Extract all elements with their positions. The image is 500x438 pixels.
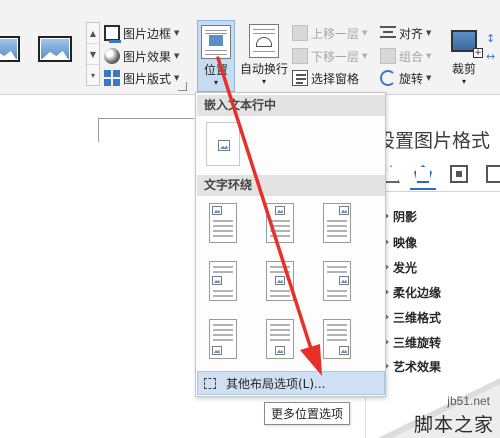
chevron-down-icon: ▼ (362, 52, 368, 60)
wrap-text-icon (249, 24, 279, 58)
picture-layout-label: 图片版式 (123, 71, 172, 86)
rotate-label: 旋转 (399, 71, 424, 86)
size-controls: ↕ ↔ (486, 30, 498, 82)
wrap-text-button[interactable]: 自动换行 ▾ (238, 20, 290, 86)
dialog-launcher-icon[interactable] (178, 82, 187, 91)
divider (382, 191, 500, 192)
height-icon[interactable]: ↕ (486, 30, 498, 48)
ribbon: ▲ ▼ ▾ 图片边框 ▼ 图片效果 ▼ 图片版式 ▼ 位置 ▾ 自动换行 ▾ 上… (0, 0, 500, 95)
page-margin-marker (98, 118, 99, 142)
bring-forward-icon (292, 25, 308, 41)
position-option-bottom-left[interactable] (206, 317, 240, 361)
position-button[interactable]: 位置 ▾ (197, 20, 235, 92)
glow-section[interactable]: 发光 (383, 259, 417, 276)
bring-forward-button[interactable]: 上移一层 ▼ (292, 23, 367, 43)
chevron-down-icon: ▼ (174, 29, 180, 37)
position-option-top-left[interactable] (206, 201, 240, 245)
artistic-effects-section[interactable]: 艺术效果 (383, 358, 441, 375)
chevron-down-icon: ▾ (213, 78, 218, 87)
watermark: jb51.net 脚本之家 (378, 378, 500, 438)
pane-title: 设置图片格式 (376, 130, 491, 152)
soft-edges-section[interactable]: 柔化边缘 (383, 284, 441, 301)
picture-border-label: 图片边框 (123, 26, 172, 41)
active-tab-indicator (410, 188, 436, 190)
layout-options-icon (204, 377, 216, 389)
chevron-down-icon: ▼ (426, 29, 432, 37)
position-option-top-right[interactable] (320, 201, 354, 245)
position-dropdown: 嵌入文本行中 文字环绕 其他布局选项(L)... (195, 92, 386, 397)
crop-button[interactable]: + 裁剪 ▾ (444, 20, 484, 86)
3d-rotation-section[interactable]: 三维旋转 (383, 334, 441, 351)
send-backward-label: 下移一层 (311, 49, 360, 64)
effects-tab-icon[interactable] (414, 165, 432, 183)
picture-layout-icon (104, 70, 120, 86)
position-option-top-center[interactable] (263, 201, 297, 245)
width-icon[interactable]: ↔ (486, 48, 498, 66)
chevron-down-icon: ▼ (426, 74, 432, 82)
3d-format-section[interactable]: 三维格式 (383, 309, 441, 326)
more-layout-options-label: 其他布局选项(L)... (226, 376, 326, 391)
chevron-down-icon: ▾ (461, 77, 466, 86)
picture-effect-icon (104, 48, 120, 64)
position-option-middle-center[interactable] (263, 259, 297, 303)
tooltip: 更多位置选项 (264, 402, 351, 425)
rotate-icon (380, 70, 396, 86)
pane-tabs (382, 162, 500, 190)
picture-style-thumbnail[interactable] (38, 36, 72, 62)
position-option-middle-left[interactable] (206, 259, 240, 303)
reflection-section[interactable]: 映像 (383, 234, 417, 251)
size-properties-tab-icon[interactable] (450, 165, 468, 183)
selection-pane-label: 选择窗格 (311, 71, 360, 86)
gallery-more-icon[interactable]: ▾ (87, 65, 99, 86)
page-margin-marker (98, 118, 194, 119)
chevron-down-icon: ▼ (174, 52, 180, 60)
align-icon (380, 25, 396, 41)
crop-label: 裁剪 (451, 62, 476, 76)
watermark-site: jb51.net (447, 394, 490, 408)
gallery-scroll[interactable]: ▲ ▼ ▾ (86, 22, 100, 86)
scroll-down-icon[interactable]: ▼ (87, 44, 99, 65)
align-label: 对齐 (399, 26, 424, 41)
picture-layout-button[interactable]: 图片版式 ▼ (104, 68, 179, 88)
picture-effect-label: 图片效果 (123, 49, 172, 64)
picture-border-button[interactable]: 图片边框 ▼ (104, 23, 179, 43)
position-option-bottom-right[interactable] (320, 317, 354, 361)
scroll-up-icon[interactable]: ▲ (87, 23, 99, 44)
shadow-section[interactable]: 阴影 (383, 208, 417, 225)
position-option-inline[interactable] (206, 122, 240, 166)
section-header-inline: 嵌入文本行中 (197, 95, 385, 116)
chevron-down-icon: ▼ (174, 74, 180, 82)
more-layout-options-item[interactable]: 其他布局选项(L)... (197, 371, 385, 395)
crop-icon: + (447, 26, 483, 58)
rotate-button[interactable]: 旋转 ▼ (380, 68, 431, 88)
wrap-text-label: 自动换行 (239, 62, 288, 76)
picture-border-icon (104, 25, 121, 43)
position-label: 位置 (203, 63, 228, 77)
chevron-down-icon: ▾ (261, 77, 266, 86)
selection-pane-button[interactable]: 选择窗格 (292, 68, 359, 88)
align-button[interactable]: 对齐 ▼ (380, 23, 431, 43)
group-button[interactable]: 组合 ▼ (380, 46, 431, 66)
send-backward-button[interactable]: 下移一层 ▼ (292, 46, 367, 66)
position-option-middle-right[interactable] (320, 259, 354, 303)
position-option-bottom-center[interactable] (263, 317, 297, 361)
watermark-name: 脚本之家 (413, 414, 494, 436)
picture-tab-icon[interactable] (486, 165, 500, 183)
picture-style-thumbnail[interactable] (0, 36, 20, 62)
chevron-down-icon: ▼ (362, 29, 368, 37)
send-backward-icon (292, 48, 308, 64)
bring-forward-label: 上移一层 (311, 26, 360, 41)
selection-pane-icon (292, 70, 308, 86)
section-header-wrap: 文字环绕 (197, 175, 385, 196)
chevron-down-icon: ▼ (426, 52, 432, 60)
group-icon (380, 48, 396, 64)
group-label: 组合 (399, 49, 424, 64)
picture-effect-button[interactable]: 图片效果 ▼ (104, 46, 179, 66)
position-icon (201, 25, 231, 59)
